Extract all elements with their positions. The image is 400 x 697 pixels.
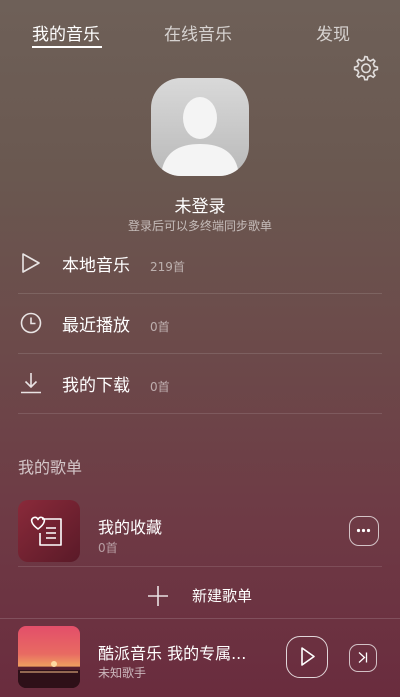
active-tab-indicator	[32, 46, 102, 48]
menu-label: 最近播放	[62, 316, 130, 336]
playlists-section-title: 我的歌单	[18, 458, 83, 477]
new-playlist-label: 新建歌单	[192, 587, 253, 605]
skip-next-icon	[358, 652, 368, 663]
favorite-list-icon	[30, 516, 62, 546]
album-art	[18, 661, 80, 688]
play-button[interactable]	[286, 636, 328, 678]
menu-local-music[interactable]: 本地音乐 219首	[18, 234, 382, 294]
now-playing-cover[interactable]	[18, 626, 80, 688]
clock-icon	[20, 312, 42, 334]
tab-discover[interactable]: 发现	[316, 20, 350, 45]
login-status[interactable]: 未登录	[0, 192, 400, 217]
now-playing-title[interactable]: 酷派音乐 我的专属...	[98, 640, 268, 664]
playlist-count: 0首	[98, 541, 118, 555]
skip-next-button[interactable]	[349, 644, 377, 672]
menu-count: 219首	[150, 260, 185, 274]
tab-online-music[interactable]: 在线音乐	[164, 20, 232, 45]
tab-my-music[interactable]: 我的音乐	[32, 20, 100, 45]
menu-label: 本地音乐	[62, 256, 130, 276]
player-divider	[0, 618, 400, 619]
play-icon	[301, 647, 315, 666]
menu-count: 0首	[150, 380, 170, 394]
menu-recent-played[interactable]: 最近播放 0首	[18, 294, 382, 354]
playlist-name[interactable]: 我的收藏	[98, 514, 162, 538]
play-icon	[22, 253, 40, 273]
gear-icon[interactable]	[350, 53, 380, 83]
default-user-icon	[161, 97, 239, 176]
menu-count: 0首	[150, 320, 170, 334]
top-tabs: 我的音乐 在线音乐 发现	[0, 0, 400, 58]
more-icon[interactable]	[349, 516, 379, 546]
download-icon	[21, 373, 41, 394]
login-hint: 登录后可以多终端同步歌单	[127, 219, 272, 233]
avatar[interactable]	[151, 78, 249, 176]
menu-label: 我的下载	[62, 376, 130, 396]
playlist-cover[interactable]	[18, 500, 80, 562]
plus-icon	[148, 586, 168, 606]
now-playing-artist: 未知歌手	[98, 666, 147, 680]
menu-downloads[interactable]: 我的下载 0首	[18, 354, 382, 414]
divider	[18, 566, 382, 567]
